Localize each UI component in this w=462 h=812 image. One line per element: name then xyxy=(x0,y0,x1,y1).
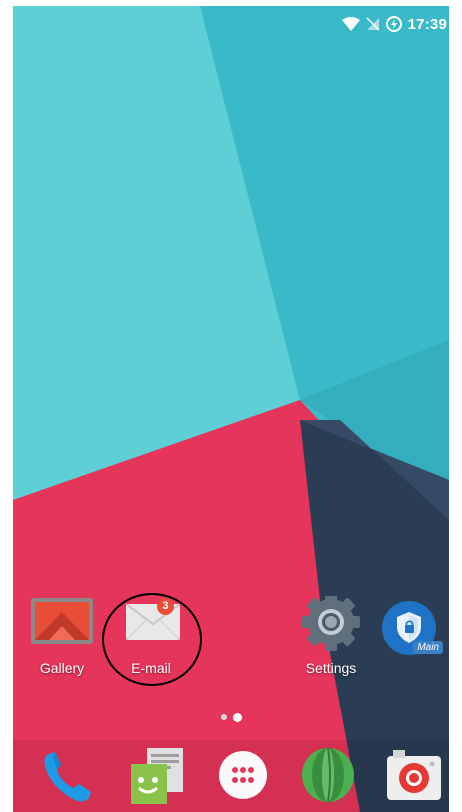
dock-messaging[interactable] xyxy=(127,746,187,806)
wallpaper xyxy=(0,0,462,812)
clock: 17:39 xyxy=(407,15,447,33)
app-gallery[interactable]: Gallery xyxy=(17,596,107,676)
app-settings[interactable]: Settings xyxy=(286,593,376,676)
no-sim-icon xyxy=(366,17,380,31)
frame-edge-right xyxy=(449,0,462,812)
browser-icon xyxy=(302,747,354,803)
dock-phone[interactable] xyxy=(39,748,99,808)
messaging-icon xyxy=(131,748,183,804)
frame-edge-left xyxy=(0,0,13,812)
security-shield-icon: Main xyxy=(379,596,443,655)
dock-app-drawer[interactable] xyxy=(216,748,276,808)
page-dot-1[interactable] xyxy=(220,714,227,720)
camera-icon xyxy=(387,750,441,800)
status-bar: 17:39 xyxy=(13,6,449,38)
app-drawer-icon xyxy=(219,751,267,799)
dock-camera[interactable] xyxy=(385,748,445,808)
gallery-icon xyxy=(31,596,93,652)
settings-gear-icon xyxy=(300,593,362,652)
phone-icon xyxy=(44,752,91,802)
battery-charging-icon xyxy=(385,16,402,32)
wifi-icon xyxy=(341,17,360,31)
security-sublabel: Main xyxy=(413,641,443,654)
app-label-settings: Settings xyxy=(305,660,357,676)
app-security[interactable]: Main xyxy=(374,596,444,655)
dock-browser[interactable] xyxy=(299,746,359,806)
home-screen: 17:39 Gallery 3 E-mail Settings Main xyxy=(0,0,462,812)
page-indicator xyxy=(0,710,462,724)
app-label-gallery: Gallery xyxy=(39,660,85,676)
dock xyxy=(13,740,449,812)
page-dot-2-active[interactable] xyxy=(232,712,242,722)
highlight-annotation-circle xyxy=(102,593,202,686)
